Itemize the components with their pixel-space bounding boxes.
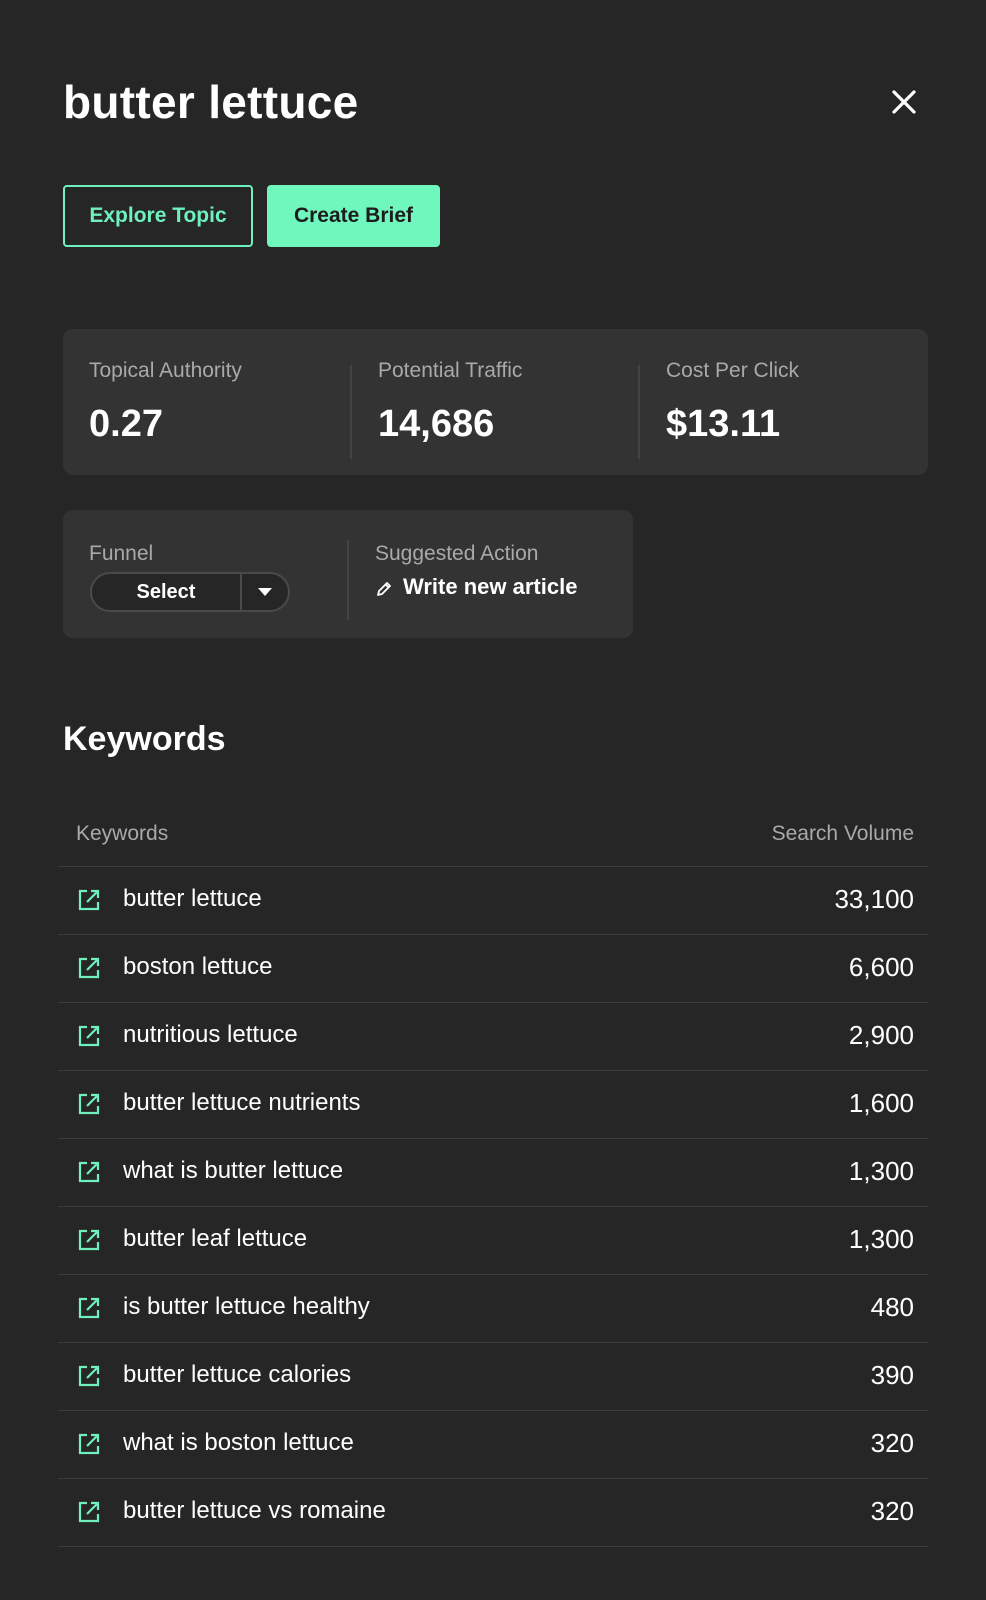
create-brief-button[interactable]: Create Brief	[267, 185, 440, 247]
page-title: butter lettuce	[63, 76, 359, 128]
keyword-text: butter lettuce nutrients	[123, 1089, 361, 1116]
table-row: is butter lettuce healthy 480	[58, 1275, 928, 1343]
suggested-action-text: Write new article	[403, 574, 578, 599]
keyword-text: what is boston lettuce	[123, 1429, 354, 1456]
external-link-icon[interactable]	[78, 1229, 100, 1251]
suggested-action-label: Suggested Action	[375, 542, 539, 565]
pencil-icon	[375, 578, 393, 596]
table-row: butter lettuce vs romaine 320	[58, 1479, 928, 1547]
column-header-keywords: Keywords	[76, 822, 169, 845]
stat-value: 0.27	[89, 403, 163, 445]
search-volume-value: 390	[870, 1360, 914, 1390]
search-volume-value: 320	[870, 1496, 914, 1526]
stat-topical-authority: Topical Authority 0.27	[63, 329, 345, 475]
search-volume-value: 320	[870, 1428, 914, 1458]
external-link-icon[interactable]	[78, 1025, 100, 1047]
stat-label: Topical Authority	[89, 359, 242, 382]
stat-cost-per-click: Cost Per Click $13.11	[640, 329, 922, 475]
keyword-text: butter leaf lettuce	[123, 1225, 308, 1252]
table-row: what is boston lettuce 320	[58, 1411, 928, 1479]
table-row: butter lettuce calories 390	[58, 1343, 928, 1411]
keyword-text: nutritious lettuce	[123, 1021, 298, 1048]
external-link-icon[interactable]	[78, 1161, 100, 1183]
keyword-text: butter lettuce calories	[123, 1361, 352, 1388]
write-new-article-link[interactable]: Write new article	[375, 574, 577, 600]
external-link-icon[interactable]	[78, 1501, 100, 1523]
search-volume-value: 480	[870, 1292, 914, 1322]
funnel-label: Funnel	[89, 542, 154, 565]
funnel-action-card: Funnel Select Suggested Action Write new…	[63, 510, 633, 638]
keywords-table: Keywords Search Volume butter lettuce 33…	[58, 812, 928, 1547]
stat-label: Potential Traffic	[378, 359, 523, 382]
table-row: nutritious lettuce 2,900	[58, 1003, 928, 1071]
stat-value: $13.11	[666, 403, 781, 445]
external-link-icon[interactable]	[78, 1297, 100, 1319]
table-row: butter lettuce nutrients 1,600	[58, 1071, 928, 1139]
keyword-text: butter lettuce vs romaine	[123, 1497, 386, 1524]
external-link-icon[interactable]	[78, 957, 100, 979]
table-row: boston lettuce 6,600	[58, 935, 928, 1003]
topic-detail-panel: butter lettuce Explore Topic Create Brie…	[0, 0, 986, 1600]
search-volume-value: 33,100	[834, 884, 914, 914]
column-header-search-volume: Search Volume	[771, 822, 914, 845]
search-volume-value: 1,300	[848, 1156, 914, 1186]
table-row: what is butter lettuce 1,300	[58, 1139, 928, 1207]
explore-topic-button[interactable]: Explore Topic	[63, 185, 253, 247]
search-volume-value: 2,900	[848, 1020, 914, 1050]
table-header: Keywords Search Volume	[58, 812, 928, 867]
stat-value: 14,686	[378, 403, 495, 445]
close-icon	[892, 90, 916, 114]
external-link-icon[interactable]	[78, 1365, 100, 1387]
funnel-select-value: Select	[136, 580, 196, 603]
keyword-text: what is butter lettuce	[123, 1157, 344, 1184]
keyword-text: boston lettuce	[123, 953, 273, 980]
keyword-text: butter lettuce	[123, 885, 262, 912]
action-divider	[347, 540, 349, 620]
keyword-text: is butter lettuce healthy	[123, 1293, 370, 1320]
external-link-icon[interactable]	[78, 889, 100, 911]
search-volume-value: 6,600	[848, 952, 914, 982]
stat-potential-traffic: Potential Traffic 14,686	[352, 329, 634, 475]
search-volume-value: 1,300	[848, 1224, 914, 1254]
stats-card: Topical Authority 0.27 Potential Traffic…	[63, 329, 928, 475]
stat-label: Cost Per Click	[666, 359, 800, 382]
dropdown-caret-icon[interactable]	[242, 574, 288, 610]
close-button[interactable]	[886, 84, 922, 120]
search-volume-value: 1,600	[848, 1088, 914, 1118]
table-row: butter lettuce 33,100	[58, 867, 928, 935]
table-row: butter leaf lettuce 1,300	[58, 1207, 928, 1275]
external-link-icon[interactable]	[78, 1093, 100, 1115]
external-link-icon[interactable]	[78, 1433, 100, 1455]
funnel-select[interactable]: Select	[90, 572, 290, 612]
keywords-section-title: Keywords	[63, 720, 226, 758]
